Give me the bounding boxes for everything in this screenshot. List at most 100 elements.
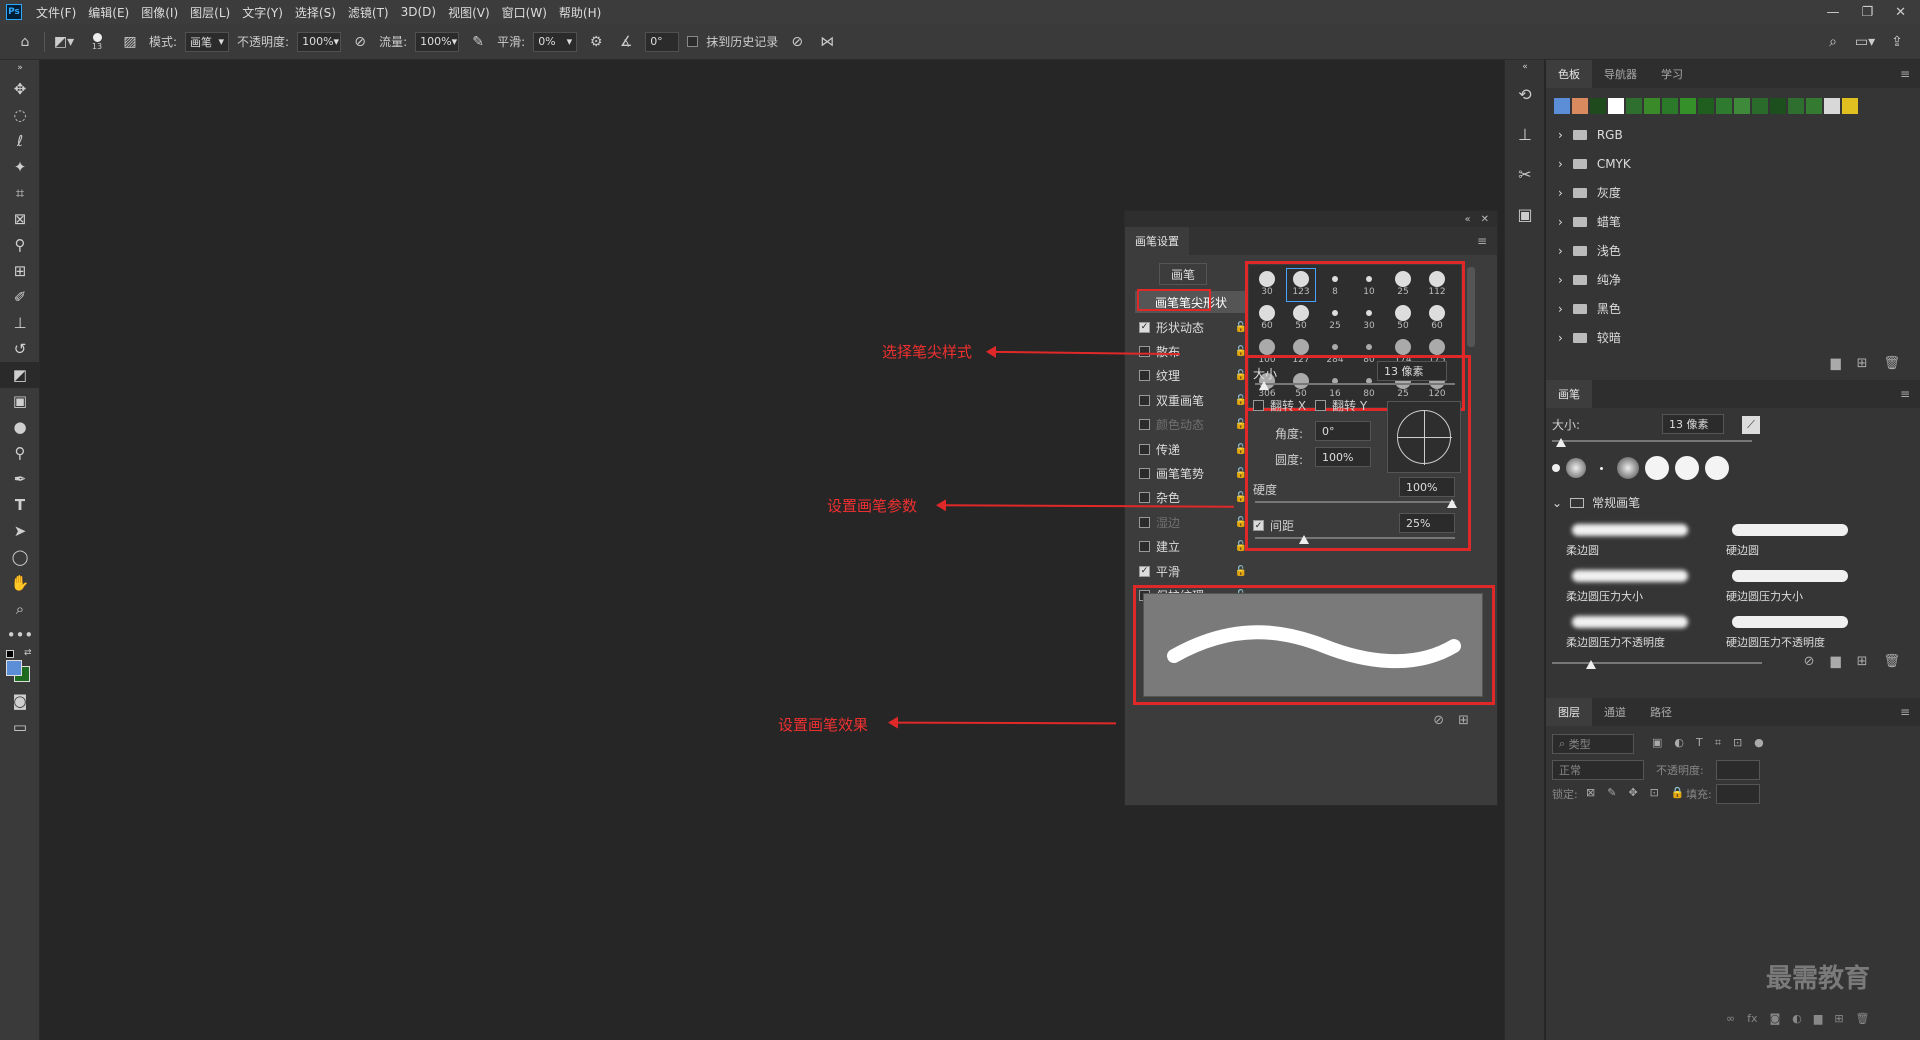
recent-brush-icon[interactable]: [1675, 456, 1699, 480]
clone-source-panel-icon[interactable]: ⊥: [1505, 114, 1545, 154]
brush-option-checkbox[interactable]: [1139, 516, 1150, 528]
tab-navigator[interactable]: 导航器: [1592, 60, 1649, 88]
panel-menu-icon[interactable]: ≡: [1900, 67, 1920, 81]
toggle-brush-settings-icon[interactable]: ⊘: [1804, 654, 1815, 669]
menu-3d[interactable]: 3D(D): [395, 5, 442, 19]
tab-brush-settings[interactable]: 画笔设置: [1125, 227, 1189, 255]
color-swatch[interactable]: [1698, 98, 1714, 114]
image-filter-icon[interactable]: ▣: [1652, 736, 1662, 750]
tab-brushes[interactable]: 画笔: [1546, 380, 1592, 408]
pressure-opacity-icon[interactable]: ⊘: [349, 31, 371, 53]
smooth-input[interactable]: 0% ▾: [533, 31, 578, 52]
search-icon[interactable]: ⌕: [1822, 31, 1844, 53]
brush-option-item[interactable]: 散布 🔓: [1139, 339, 1247, 363]
close-button[interactable]: ✕: [1895, 5, 1906, 20]
preview-size-slider[interactable]: [1552, 662, 1762, 664]
lock-all-icon[interactable]: 🔒: [1671, 786, 1685, 799]
tab-channels[interactable]: 通道: [1592, 698, 1638, 726]
menu-edit[interactable]: 编辑(E): [82, 4, 135, 21]
brush-option-checkbox[interactable]: [1139, 443, 1150, 455]
pen-tool-icon[interactable]: ✒: [0, 466, 40, 492]
lock-icon[interactable]: 🔓: [1235, 566, 1247, 577]
menu-view[interactable]: 视图(V): [442, 4, 496, 21]
color-swatch[interactable]: [1716, 98, 1732, 114]
brush-option-checkbox[interactable]: [1139, 467, 1150, 479]
new-layer-icon[interactable]: ⊞: [1834, 1012, 1843, 1025]
recent-brush-icon[interactable]: [1600, 466, 1603, 470]
restore-button[interactable]: ❐: [1861, 5, 1873, 20]
brush-option-item[interactable]: 传递 🔓: [1139, 437, 1247, 461]
brush-option-checkbox[interactable]: [1139, 541, 1150, 553]
crop-tool-icon[interactable]: ⌗: [0, 180, 40, 206]
tip-grid-scrollbar[interactable]: [1467, 267, 1475, 347]
erase-history-checkbox[interactable]: [687, 36, 699, 47]
foreground-color-swatch[interactable]: [6, 660, 22, 676]
color-swatch[interactable]: [1590, 98, 1606, 114]
brush-option-item[interactable]: 双重画笔 🔓: [1139, 388, 1247, 412]
recent-brush-icon[interactable]: [1705, 456, 1729, 480]
gradient-tool-icon[interactable]: ▣: [0, 388, 40, 414]
brush-preset[interactable]: 柔边圆压力大小: [1566, 564, 1696, 604]
trash-icon[interactable]: 🗑: [1856, 1012, 1870, 1025]
brush-size-input[interactable]: 13 像素: [1662, 414, 1724, 434]
brush-option-checkbox[interactable]: ✓: [1139, 321, 1150, 333]
brush-option-checkbox[interactable]: [1139, 492, 1150, 504]
path-select-tool-icon[interactable]: ➤: [0, 518, 40, 544]
brush-size-slider-knob[interactable]: [1556, 438, 1566, 447]
menu-file[interactable]: 文件(F): [30, 4, 82, 21]
brush-group-row[interactable]: ⌄ 常规画笔: [1552, 494, 1640, 511]
brush-size-reset-icon[interactable]: ⟋: [1742, 416, 1760, 434]
swatch-group[interactable]: › 蜡笔: [1546, 207, 1920, 236]
adjustment-filter-icon[interactable]: ◐: [1674, 736, 1684, 750]
lock-artboard-icon[interactable]: ⊡: [1650, 786, 1659, 799]
close-icon[interactable]: ✕: [1481, 214, 1489, 225]
layer-opacity-input[interactable]: [1716, 760, 1760, 780]
brush-panel-toggle-icon[interactable]: ▨: [119, 31, 141, 53]
type-filter-icon[interactable]: T: [1696, 736, 1703, 750]
healing-brush-tool-icon[interactable]: ⊞: [0, 258, 40, 284]
stamp-tool-icon[interactable]: ⊥: [0, 310, 40, 336]
color-swatch[interactable]: [1608, 98, 1624, 114]
dodge-tool-icon[interactable]: ⚲: [0, 440, 40, 466]
collapse-icon[interactable]: «: [1505, 60, 1545, 74]
brush-preset[interactable]: 硬边圆压力不透明度: [1726, 610, 1856, 650]
gear-icon[interactable]: ⚙: [585, 31, 607, 53]
color-swatch[interactable]: [1662, 98, 1678, 114]
panel-menu-icon[interactable]: ≡: [1900, 705, 1920, 719]
color-swatch[interactable]: [1554, 98, 1570, 114]
type-tool-icon[interactable]: T: [0, 492, 40, 518]
home-icon[interactable]: ⌂: [14, 31, 36, 53]
brush-option-item[interactable]: 建立 🔓: [1139, 535, 1247, 559]
new-brush-icon[interactable]: ⊞: [1458, 713, 1469, 728]
new-brush-icon[interactable]: ⊞: [1857, 654, 1868, 669]
menu-type[interactable]: 文字(Y): [236, 4, 289, 21]
magic-wand-tool-icon[interactable]: ✦: [0, 154, 40, 180]
preview-size-slider-knob[interactable]: [1586, 660, 1596, 669]
swatch-group[interactable]: › CMYK: [1546, 149, 1920, 178]
swatch-group[interactable]: › 纯净: [1546, 265, 1920, 294]
brush-tool-icon[interactable]: ✐: [0, 284, 40, 310]
angle-input[interactable]: 0°: [645, 31, 680, 52]
brush-option-item[interactable]: 画笔笔势 🔓: [1139, 461, 1247, 485]
color-swatch[interactable]: [1626, 98, 1642, 114]
menu-layer[interactable]: 图层(L): [184, 4, 236, 21]
default-colors-icon[interactable]: [6, 650, 14, 658]
menu-help[interactable]: 帮助(H): [553, 4, 607, 21]
brush-option-item[interactable]: 湿边 🔓: [1139, 510, 1247, 534]
history-panel-icon[interactable]: ⟲: [1505, 74, 1545, 114]
menu-filter[interactable]: 滤镜(T): [342, 4, 395, 21]
swatch-group[interactable]: › RGB: [1546, 120, 1920, 149]
color-swatch[interactable]: [1734, 98, 1750, 114]
recent-brush-icon[interactable]: [1566, 458, 1586, 478]
frame-tool-icon[interactable]: ⊠: [0, 206, 40, 232]
flow-input[interactable]: 100% ▾: [415, 31, 460, 52]
brush-option-item[interactable]: ✓ 平滑 🔓: [1139, 559, 1247, 583]
shape-filter-icon[interactable]: ⌗: [1715, 736, 1721, 750]
brushes-button[interactable]: 画笔: [1159, 263, 1207, 285]
swatch-group[interactable]: › 较暗: [1546, 323, 1920, 352]
swap-colors-icon[interactable]: ⇄: [24, 648, 32, 658]
brush-option-item[interactable]: ✓ 形状动态 🔓: [1139, 315, 1247, 339]
tab-swatches[interactable]: 色板: [1546, 60, 1592, 88]
properties-panel-icon[interactable]: ▣: [1505, 194, 1545, 234]
brush-option-item[interactable]: 颜色动态 🔓: [1139, 413, 1247, 437]
